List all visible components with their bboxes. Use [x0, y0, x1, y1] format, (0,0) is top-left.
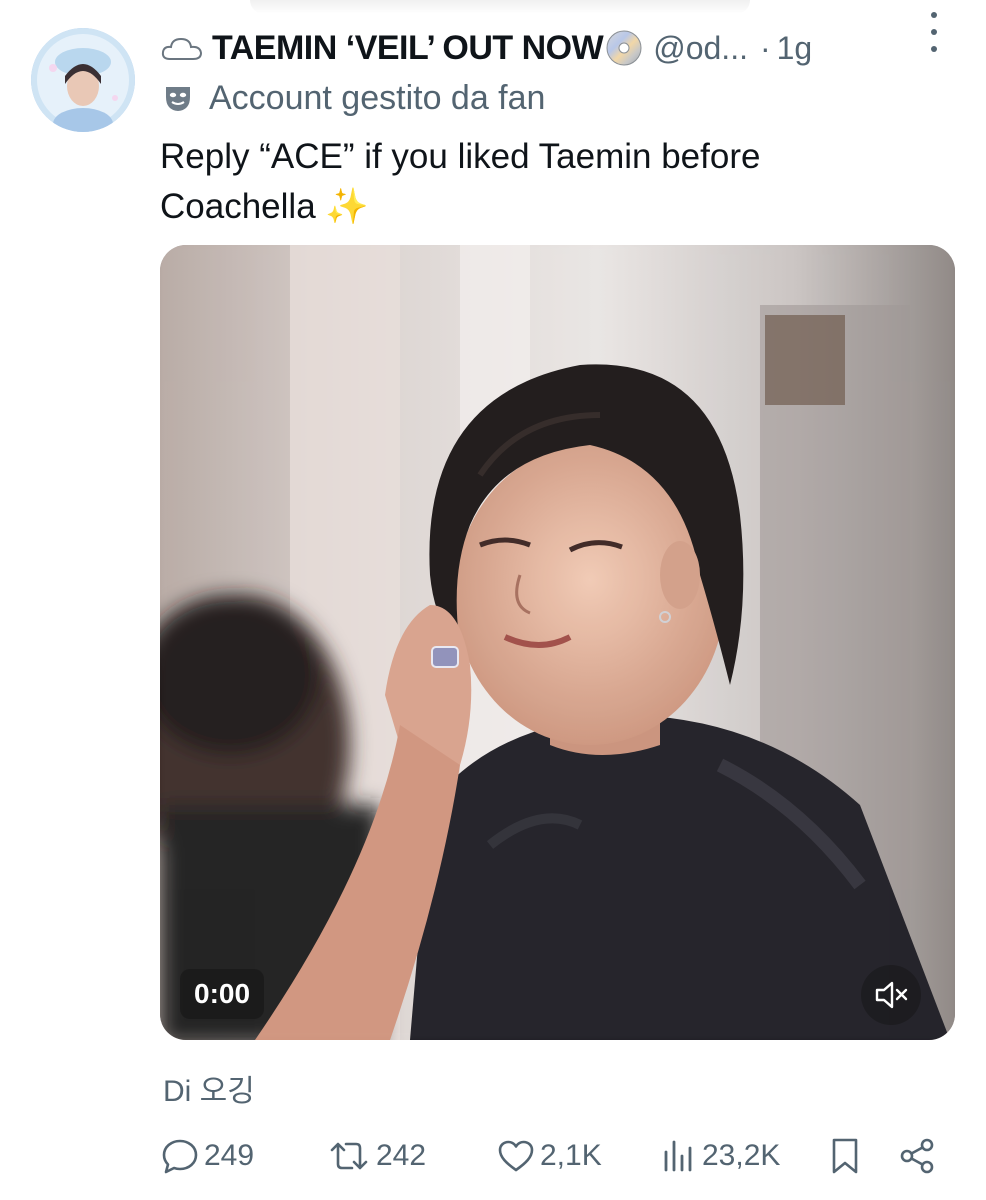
video-player[interactable]: 0:00	[160, 245, 955, 1040]
media-attribution[interactable]: Di 오깅	[163, 1066, 255, 1110]
avatar[interactable]	[31, 28, 135, 132]
heart-icon	[498, 1140, 534, 1172]
views-icon	[664, 1140, 692, 1172]
bookmark-button[interactable]	[825, 1130, 869, 1182]
views-count: 23,2K	[702, 1139, 781, 1172]
cloud-icon	[161, 37, 203, 60]
badge-label: Account gestito da fan	[209, 78, 546, 117]
like-count: 2,1K	[540, 1139, 602, 1172]
speaker-muted-icon[interactable]	[861, 965, 921, 1025]
timestamp[interactable]: 1g	[777, 30, 813, 67]
retweet-button[interactable]: 242	[326, 1130, 426, 1182]
action-bar: 249 242 2,1K 23,2K	[160, 1130, 950, 1182]
top-shadow	[250, 0, 750, 14]
separator-dot: ·	[759, 29, 771, 66]
retweet-count: 242	[376, 1139, 427, 1172]
more-icon[interactable]	[922, 12, 946, 52]
handle[interactable]: @od...	[653, 30, 748, 67]
share-button[interactable]	[897, 1130, 941, 1182]
reply-count: 249	[204, 1139, 255, 1172]
like-button[interactable]: 2,1K	[496, 1130, 602, 1182]
reply-button[interactable]: 249	[160, 1130, 254, 1182]
tweet-text: Reply “ACE” if you liked Taemin before C…	[160, 137, 761, 226]
video-time: 0:00	[194, 978, 251, 1009]
views-button[interactable]: 23,2K	[658, 1130, 780, 1182]
mask-icon	[166, 87, 190, 111]
retweet-icon	[330, 1142, 368, 1170]
cd-icon	[606, 30, 642, 66]
reply-icon	[162, 1139, 198, 1174]
tweet-header: TAEMIN ‘VEIL’ OUT NOW @od... · 1g	[160, 22, 960, 74]
display-name[interactable]: TAEMIN ‘VEIL’ OUT NOW	[212, 29, 604, 68]
video-frame	[160, 245, 955, 1040]
bookmark-icon	[832, 1138, 858, 1174]
fan-account-badge: Account gestito da fan	[163, 76, 545, 120]
share-icon	[900, 1138, 934, 1174]
video-timestamp: 0:00	[180, 969, 265, 1019]
